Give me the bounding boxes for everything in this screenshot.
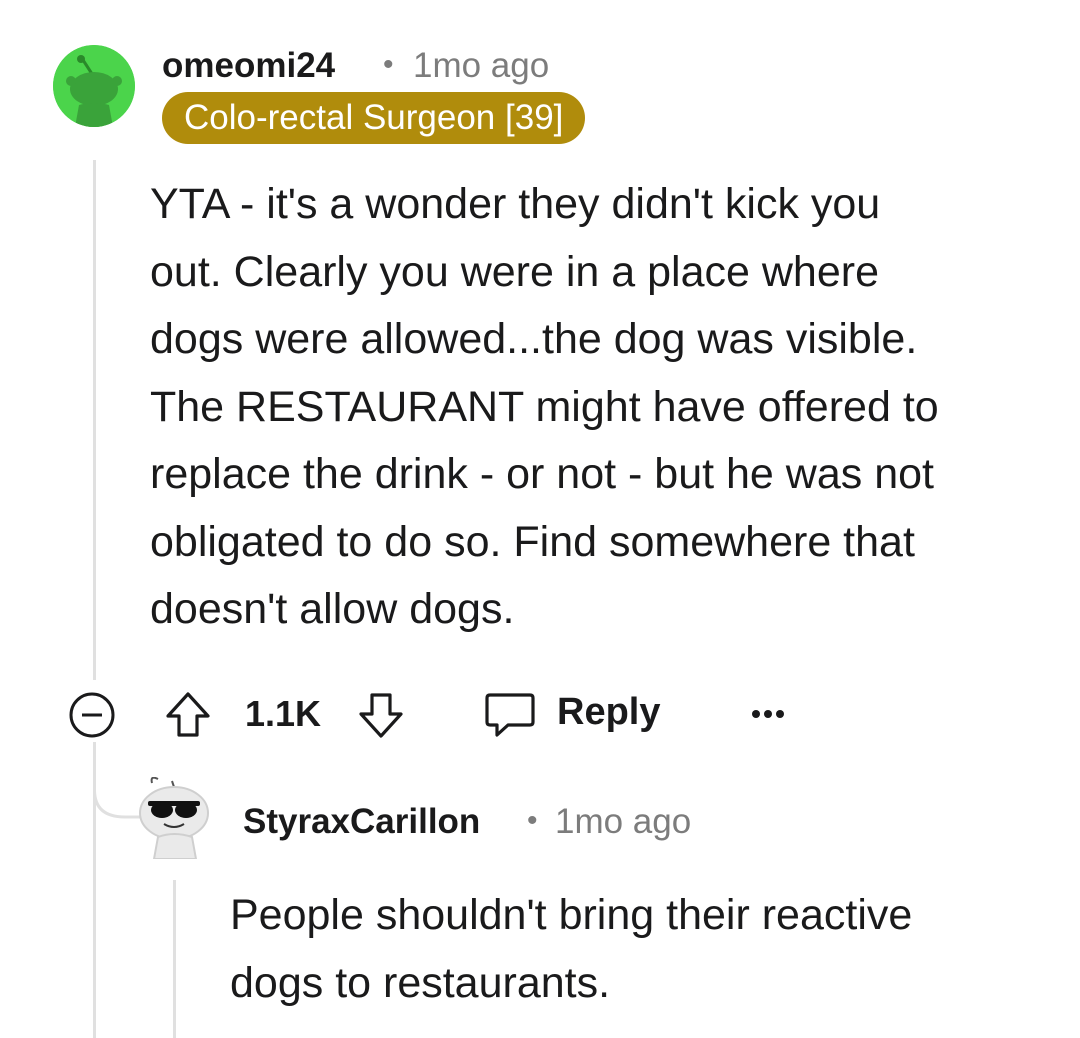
user-avatar[interactable] bbox=[53, 45, 135, 127]
reply-body: People shouldn't bring their reactive do… bbox=[230, 882, 912, 1017]
comment-body-line: doesn't allow dogs. bbox=[150, 585, 515, 633]
reply-separator-dot: • bbox=[527, 804, 538, 837]
comment-body-line: The RESTAURANT might have offered to bbox=[150, 382, 939, 431]
snoo-sunglasses-avatar-icon bbox=[139, 776, 209, 860]
comment-icon bbox=[485, 693, 535, 737]
user-flair: Colo-rectal Surgeon [39] bbox=[162, 92, 586, 144]
reply-body-line: People shouldn't bring their reactive bbox=[230, 891, 913, 939]
comment-body-line: obligated to do so. Find somewhere that bbox=[150, 517, 915, 566]
vote-count: 1.1K bbox=[245, 693, 322, 734]
comment-body-line: out. Clearly you were in a place where bbox=[150, 247, 879, 296]
downvote-icon[interactable] bbox=[355, 689, 407, 741]
collapse-icon[interactable] bbox=[67, 690, 117, 740]
comment-body-line: replace the drink - or not - but he was … bbox=[150, 450, 934, 498]
comment-username[interactable]: omeomi24 bbox=[162, 46, 335, 86]
thread-line-reply bbox=[173, 880, 176, 1038]
comment-timestamp: 1mo ago bbox=[413, 46, 550, 85]
more-options-icon[interactable] bbox=[748, 706, 788, 722]
comment-body-line: dogs were allowed...the dog was visible. bbox=[150, 315, 918, 363]
reply-timestamp: 1mo ago bbox=[555, 802, 692, 841]
snoo-avatar-icon bbox=[53, 45, 135, 127]
upvote-icon[interactable] bbox=[162, 689, 214, 741]
comment-body-line: YTA - it's a wonder they didn't kick you bbox=[150, 180, 881, 228]
comment-body: YTA - it's a wonder they didn't kick you… bbox=[150, 171, 939, 644]
thread-line-main bbox=[93, 160, 96, 680]
reply-username[interactable]: StyraxCarillon bbox=[243, 802, 480, 842]
reply-user-avatar[interactable] bbox=[134, 776, 216, 860]
reply-label[interactable]: Reply bbox=[557, 691, 660, 734]
reply-body-line: dogs to restaurants. bbox=[230, 958, 611, 1007]
comment-action-bar: 1.1K Reply bbox=[0, 686, 1080, 742]
separator-dot: • bbox=[383, 48, 394, 81]
